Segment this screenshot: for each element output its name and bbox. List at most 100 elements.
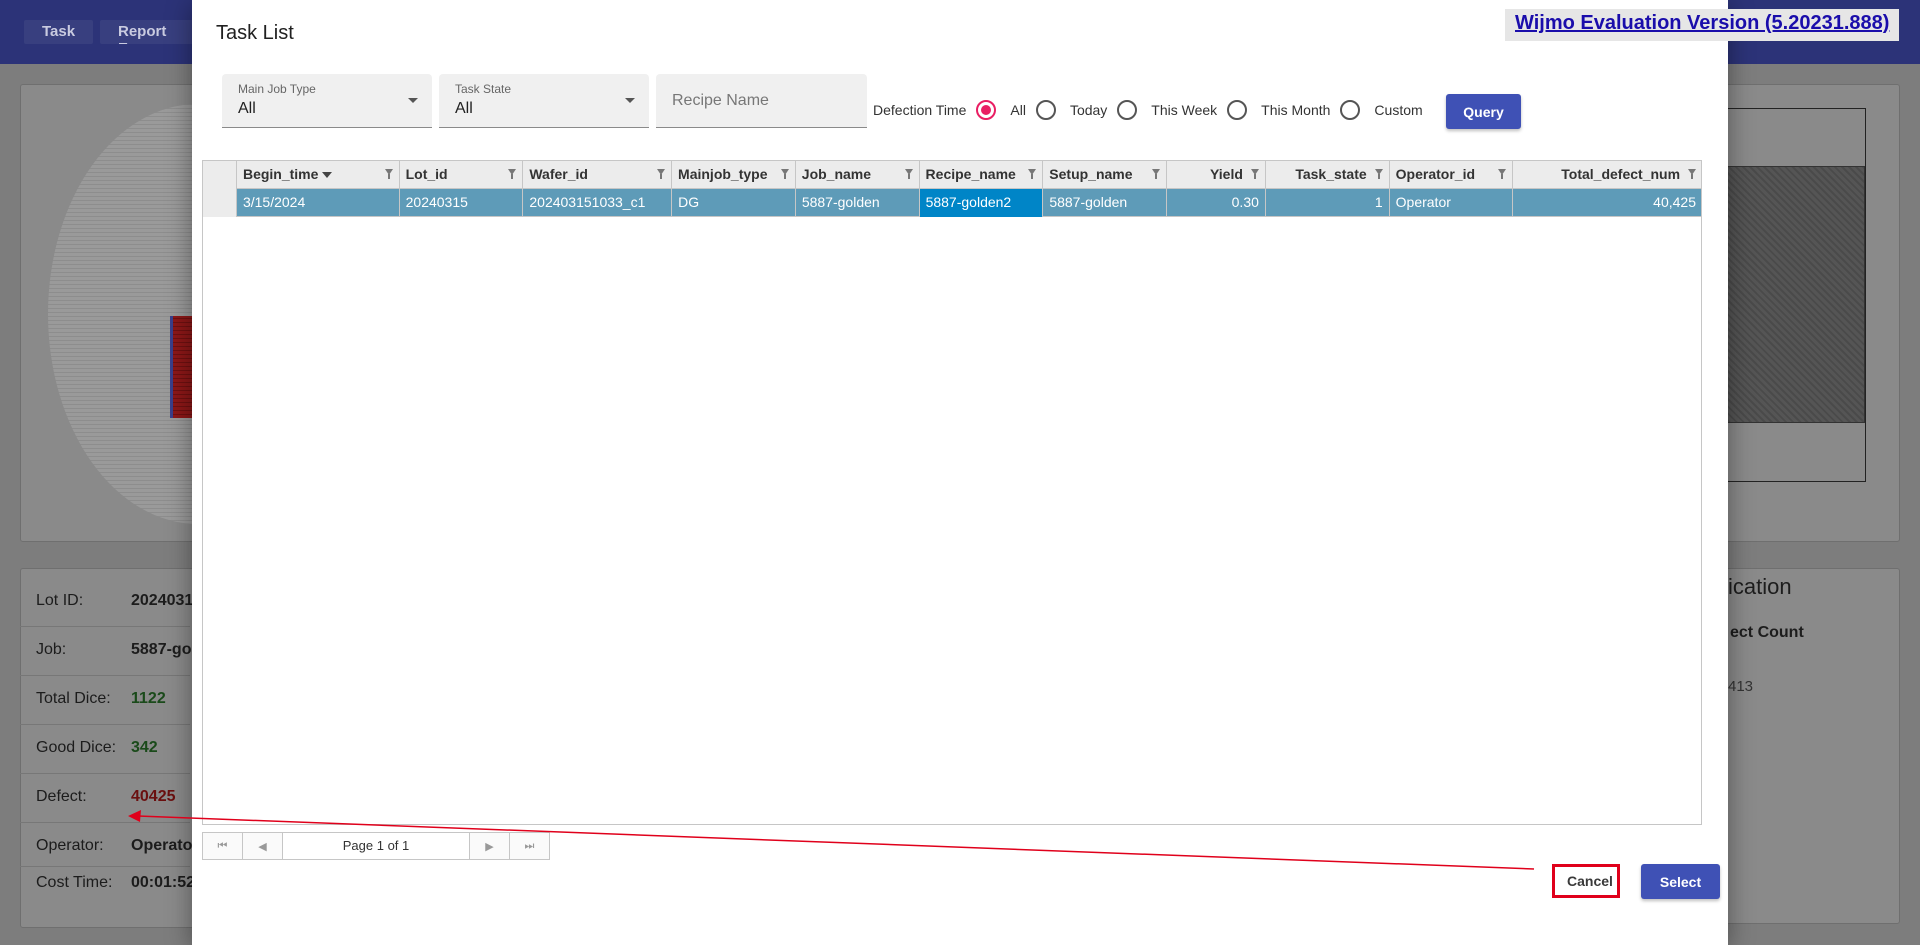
last-page-icon: ⏭ bbox=[524, 839, 535, 852]
filter-icon[interactable] bbox=[1374, 169, 1383, 179]
total-dice-value: 1122 bbox=[131, 690, 166, 707]
column-header-recipe-name[interactable]: Recipe_name bbox=[920, 161, 1044, 189]
radio-custom[interactable]: Custom bbox=[1340, 100, 1423, 120]
task-state-label: Task State bbox=[455, 82, 512, 96]
divider bbox=[20, 675, 190, 676]
dialog-title: Task List bbox=[216, 22, 294, 44]
column-header-total-defect-num[interactable]: Total_defect_num bbox=[1513, 161, 1701, 189]
radio-custom-label: Custom bbox=[1374, 102, 1423, 118]
query-button[interactable]: Query bbox=[1446, 94, 1521, 129]
last-page-button[interactable]: ⏭ bbox=[509, 833, 549, 859]
operator-value: Operato bbox=[131, 837, 193, 854]
cell-mainjob-type[interactable]: DG bbox=[672, 189, 796, 217]
column-label: Job_name bbox=[801, 166, 872, 182]
first-page-button[interactable]: ⏮ bbox=[203, 833, 243, 859]
grid-pager: ⏮ ◀ Page 1 of 1 ▶ ⏭ bbox=[202, 832, 550, 860]
previous-page-button[interactable]: ◀ bbox=[243, 833, 283, 859]
defect-label: Defect: bbox=[36, 788, 87, 805]
column-label: Wafer_id bbox=[529, 166, 588, 182]
filter-icon[interactable] bbox=[904, 169, 913, 179]
lot-id-label: Lot ID: bbox=[36, 592, 84, 609]
column-label: Total_defect_num bbox=[1561, 166, 1681, 182]
column-label: Task_state bbox=[1295, 166, 1367, 182]
cell-recipe-name[interactable]: 5887-golden2 bbox=[919, 189, 1044, 217]
radio-this-month[interactable]: This Month bbox=[1227, 100, 1330, 120]
column-header-setup-name[interactable]: Setup_name bbox=[1043, 161, 1168, 189]
cell-yield[interactable]: 0.30 bbox=[1167, 189, 1266, 217]
filter-icon[interactable] bbox=[1688, 169, 1697, 179]
wijmo-watermark-link[interactable]: Wijmo Evaluation Version (5.20231.888) bbox=[1505, 9, 1900, 41]
dropdown-arrow-icon bbox=[625, 98, 635, 103]
column-label: Lot_id bbox=[405, 166, 448, 182]
task-state-value: All bbox=[455, 100, 473, 117]
wafer-defect-region bbox=[170, 316, 192, 418]
column-header-wafer-id[interactable]: Wafer_id bbox=[523, 161, 673, 189]
filter-icon[interactable] bbox=[1152, 169, 1161, 179]
operator-row: Operator: Operato bbox=[36, 837, 192, 855]
column-header-lot-id[interactable]: Lot_id bbox=[400, 161, 524, 189]
job-row: Job: 5887-go bbox=[36, 641, 191, 659]
first-page-icon: ⏮ bbox=[217, 839, 228, 852]
cancel-button[interactable]: Cancel bbox=[1560, 864, 1620, 898]
cell-begin-time[interactable]: 3/15/2024 bbox=[237, 189, 400, 217]
main-job-type-label: Main Job Type bbox=[238, 82, 316, 96]
cell-wafer-id[interactable]: 202403151033_c1 bbox=[523, 189, 673, 217]
tab-report-export[interactable]: Report Ex bbox=[100, 20, 196, 44]
column-label: Mainjob_type bbox=[678, 166, 768, 182]
column-label: Setup_name bbox=[1049, 166, 1133, 182]
cell-lot-id[interactable]: 20240315 bbox=[400, 189, 524, 217]
total-dice-label: Total Dice: bbox=[36, 690, 111, 707]
radio-all[interactable]: All bbox=[976, 100, 1026, 120]
filter-icon[interactable] bbox=[1498, 169, 1507, 179]
column-header-mainjob-type[interactable]: Mainjob_type bbox=[672, 161, 796, 189]
column-label: Yield bbox=[1209, 166, 1243, 182]
previous-page-icon: ◀ bbox=[258, 840, 267, 853]
filter-icon[interactable] bbox=[1028, 169, 1037, 179]
classification-panel bbox=[1720, 568, 1900, 924]
filter-icon[interactable] bbox=[1250, 169, 1259, 179]
good-dice-label: Good Dice: bbox=[36, 739, 117, 756]
row-header[interactable] bbox=[203, 189, 237, 217]
radio-today[interactable]: Today bbox=[1035, 100, 1108, 120]
column-header-task-state[interactable]: Task_state bbox=[1266, 161, 1390, 189]
good-dice-value: 342 bbox=[131, 739, 158, 756]
grid-header-row: Begin_time Lot_id Wafer_id Mainjob_type … bbox=[203, 161, 1701, 189]
filter-icon[interactable] bbox=[780, 169, 789, 179]
radio-unchecked-icon bbox=[1035, 100, 1056, 120]
task-grid: Begin_time Lot_id Wafer_id Mainjob_type … bbox=[202, 160, 1702, 825]
defection-time-radio-group: Defection Time All Today This Week This … bbox=[873, 98, 1433, 122]
filter-icon[interactable] bbox=[657, 169, 666, 179]
column-label: Operator_id bbox=[1395, 166, 1476, 182]
radio-today-label: Today bbox=[1069, 102, 1108, 118]
task-state-select[interactable]: Task State All bbox=[439, 74, 649, 128]
cell-setup-name[interactable]: 5887-golden bbox=[1043, 189, 1168, 217]
next-page-button[interactable]: ▶ bbox=[469, 833, 509, 859]
table-row[interactable]: 3/15/2024 20240315 202403151033_c1 DG 58… bbox=[203, 189, 1701, 217]
cell-total-defect-num[interactable]: 40,425 bbox=[1513, 189, 1701, 217]
radio-unchecked-icon bbox=[1340, 100, 1361, 120]
radio-this-week[interactable]: This Week bbox=[1117, 100, 1217, 120]
next-page-icon: ▶ bbox=[485, 840, 494, 853]
divider bbox=[20, 626, 190, 627]
tab-task[interactable]: Task bbox=[24, 20, 94, 44]
filter-icon[interactable] bbox=[508, 169, 517, 179]
select-button[interactable]: Select bbox=[1641, 864, 1720, 899]
cell-operator-id[interactable]: Operator bbox=[1390, 189, 1514, 217]
filter-icon[interactable] bbox=[384, 169, 393, 179]
main-job-type-value: All bbox=[238, 100, 256, 117]
cell-job-name[interactable]: 5887-golden bbox=[796, 189, 920, 217]
cell-task-state[interactable]: 1 bbox=[1266, 189, 1390, 217]
column-header-yield[interactable]: Yield bbox=[1167, 161, 1266, 189]
task-list-dialog: Task List Main Job Type All Task State A… bbox=[192, 0, 1728, 945]
recipe-name-input[interactable] bbox=[656, 74, 867, 128]
defect-value: 40425 bbox=[131, 788, 176, 805]
main-job-type-select[interactable]: Main Job Type All bbox=[222, 74, 432, 128]
column-header-job-name[interactable]: Job_name bbox=[796, 161, 920, 189]
column-label: Begin_time bbox=[242, 166, 319, 182]
column-header-begin-time[interactable]: Begin_time bbox=[237, 161, 400, 189]
divider bbox=[20, 822, 190, 823]
radio-this-month-label: This Month bbox=[1261, 102, 1331, 118]
header-gutter bbox=[203, 161, 237, 189]
dropdown-arrow-icon bbox=[408, 98, 418, 103]
column-header-operator-id[interactable]: Operator_id bbox=[1390, 161, 1514, 189]
